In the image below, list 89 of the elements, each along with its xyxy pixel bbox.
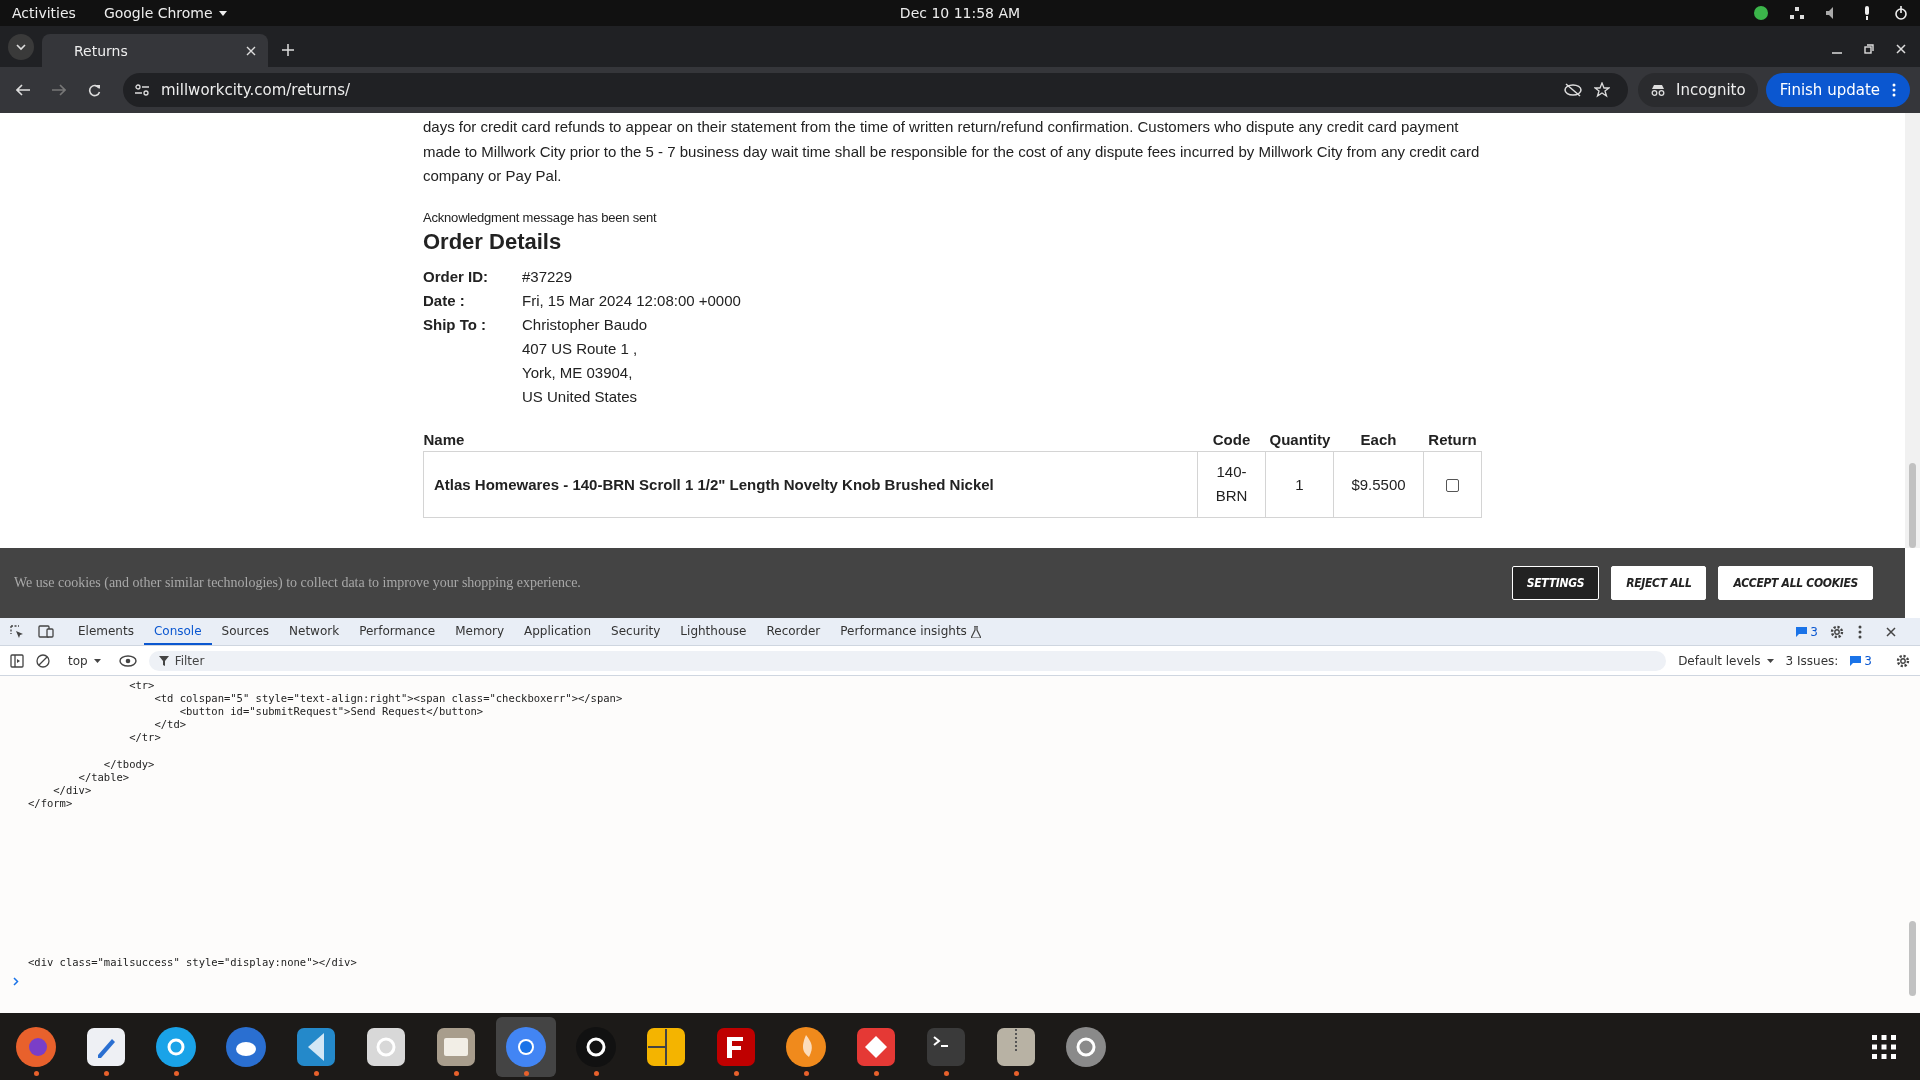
devtools-tab[interactable]: Network: [279, 618, 350, 645]
back-icon[interactable]: [16, 84, 30, 96]
devtools-tab[interactable]: Security: [601, 618, 671, 645]
eye-icon[interactable]: [118, 654, 137, 667]
messages-badge[interactable]: 3: [1796, 624, 1818, 639]
new-tab-icon[interactable]: [282, 44, 294, 56]
column-header: Code: [1197, 426, 1266, 451]
more-icon: [1892, 83, 1896, 97]
detail-label: Order ID:: [423, 266, 489, 287]
return-checkbox[interactable]: [1446, 479, 1459, 493]
message-icon: [1850, 655, 1862, 666]
power-icon[interactable]: [1894, 6, 1908, 20]
disc-icon: [1064, 1024, 1108, 1069]
console-output: <tr> <td colspan="5" style="text-align:right"><span class="checkboxerr"></span> <button id="submitRequest">Send Request</button> </td> </tr> </tbody> </table> </div> </form>: [28, 679, 624, 810]
app-icon: [574, 1024, 618, 1069]
detail-label: Ship To :: [423, 314, 488, 335]
caret-icon: [1766, 658, 1774, 663]
flame-icon: [784, 1024, 828, 1069]
sidebar-icon[interactable]: [10, 653, 24, 668]
product-name-cell: Atlas Homewares - 140-BRN Scroll 1 1/2" Length Novelty Knob Brushed Nickel: [423, 451, 1198, 517]
taskbar-item[interactable]: [496, 1016, 556, 1077]
filter-icon: [158, 655, 169, 666]
detail-value: 407 US Route 1 ,: [522, 338, 639, 359]
finish-update-button[interactable]: Finish update: [1765, 73, 1910, 107]
devtools-tab[interactable]: Memory: [445, 618, 514, 645]
close-icon[interactable]: [1886, 626, 1896, 637]
devtools-tab[interactable]: Elements: [68, 618, 144, 645]
notice-text: Acknowledgment message has been sent: [423, 209, 658, 225]
activities-button[interactable]: Activities: [12, 5, 76, 21]
browser-tab[interactable]: Returns: [42, 34, 268, 67]
detail-value: York, ME 03904,: [522, 362, 634, 383]
site-settings-icon: [135, 84, 149, 96]
detail-value: US United States: [522, 386, 639, 407]
quantity-cell: 1: [1265, 451, 1334, 517]
detail-label: Date :: [423, 290, 466, 311]
policy-paragraph: days for credit card refunds to appear on their statement from the time of written return/refund confirmation. Customers who dispute any credit card payment made to Millwork City prior to the 5 - 7 business day wait time shall be responsible for the cost of any dispute fees incurred by Millwork City from any credit card company or Pay Pal.: [423, 117, 1481, 186]
detail-value: Christopher Baudo: [522, 314, 648, 335]
tab-list-icon[interactable]: [8, 34, 34, 60]
forward-icon[interactable]: [52, 84, 66, 96]
address-bar[interactable]: millworkcity.com/returns/: [123, 73, 1629, 107]
cookie-button[interactable]: ACCEPT ALL COOKIES: [1718, 566, 1873, 600]
prompt-icon: [13, 977, 19, 987]
inspect-icon[interactable]: [10, 624, 24, 639]
detail-value: #37229: [522, 266, 573, 287]
devtools-tab[interactable]: Sources: [211, 618, 280, 645]
devtools-tab[interactable]: Application: [514, 618, 602, 645]
cookie-message: We use cookies (and other similar technologies) to collect data to improve your shopping experience.: [14, 575, 581, 591]
app-grid-icon[interactable]: [1872, 1034, 1896, 1059]
url-text: millworkcity.com/returns/: [161, 81, 351, 99]
filter-field[interactable]: Filter: [148, 650, 1667, 671]
network-icon[interactable]: [1790, 7, 1804, 19]
caret-icon[interactable]: [218, 10, 227, 16]
message-icon: [1796, 626, 1808, 637]
eye-slash-icon[interactable]: [1564, 83, 1583, 97]
context-dropdown[interactable]: top: [62, 653, 107, 668]
column-header: Each: [1333, 426, 1424, 451]
column-header: Quantity: [1265, 426, 1334, 451]
price-cell: $9.5500: [1333, 451, 1424, 517]
devtools-tab[interactable]: Lighthouse: [670, 618, 757, 645]
device-toolbar-icon[interactable]: [38, 625, 54, 638]
cookie-button[interactable]: REJECT ALL: [1611, 566, 1707, 600]
detail-value: Fri, 15 Mar 2024 12:08:00 +0000: [522, 290, 741, 311]
column-header: Return: [1423, 426, 1482, 451]
caret-icon: [93, 658, 101, 663]
column-header: Name: [423, 426, 1198, 451]
devtools-tab[interactable]: Performance: [349, 618, 446, 645]
cookie-button[interactable]: SETTINGS: [1511, 566, 1600, 600]
clear-icon[interactable]: [36, 653, 50, 668]
reload-icon[interactable]: [88, 83, 101, 97]
devtools-tab[interactable]: Performance insights: [830, 618, 977, 645]
incognito-icon: [1650, 84, 1667, 96]
issues-label: 3 Issues:: [1785, 653, 1839, 668]
devtools-tab[interactable]: Recorder: [756, 618, 831, 645]
more-icon[interactable]: [1858, 624, 1862, 639]
code-cell: 140-BRN: [1197, 451, 1266, 517]
restore-icon[interactable]: [1864, 44, 1874, 54]
flask-icon: [970, 625, 981, 638]
section-heading: Order Details: [423, 228, 563, 255]
clock[interactable]: Dec 10 11:58 AM: [899, 5, 1021, 21]
levels-dropdown[interactable]: Default levels: [1678, 653, 1774, 668]
incognito-button[interactable]: Incognito: [1638, 73, 1758, 107]
settings-icon[interactable]: [1830, 624, 1844, 639]
settings-icon[interactable]: [1896, 653, 1910, 668]
star-icon[interactable]: [1594, 82, 1611, 98]
scrollbar[interactable]: [1905, 113, 1920, 548]
console-output: <div class="mailsuccess" style="display:none"></div>: [28, 955, 358, 970]
issues-badge[interactable]: 3: [1850, 653, 1872, 668]
shield-icon[interactable]: [1754, 6, 1768, 20]
app-menu[interactable]: Google Chrome: [103, 5, 213, 21]
